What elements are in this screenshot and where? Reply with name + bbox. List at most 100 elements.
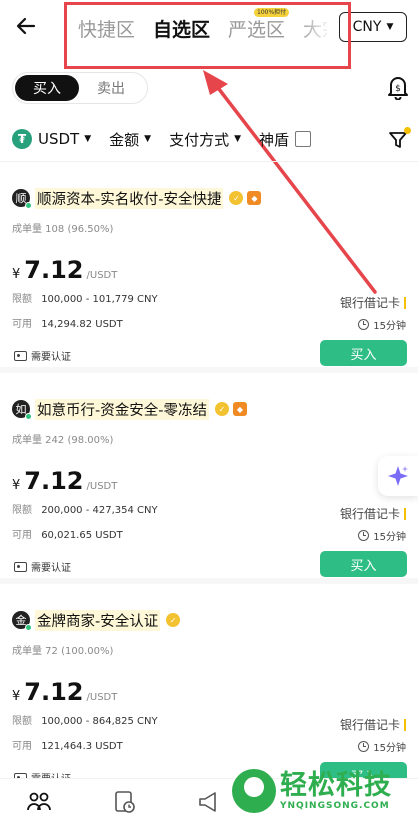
payment-time-label: 15分钟 — [373, 743, 406, 754]
currency-symbol: ¥ — [12, 478, 21, 493]
currency-symbol: ¥ — [12, 689, 21, 704]
payment-color-bar — [404, 507, 406, 520]
id-card-icon — [14, 350, 27, 361]
payment-filter[interactable]: 支付方式 ▼ — [169, 129, 241, 150]
limit-value: 100,000 - 864,825 CNY — [41, 716, 158, 727]
unit-price: 7.12 — [24, 467, 84, 495]
verification-required: 需要认证 — [14, 559, 71, 574]
back-arrow-icon[interactable] — [12, 12, 40, 40]
limit-value: 200,000 - 427,354 CNY — [41, 505, 158, 516]
online-dot — [25, 624, 32, 631]
price-row: ¥ 7.12 /USDT — [12, 467, 117, 495]
shield-badge-icon: ◆ — [232, 402, 247, 416]
merchant-card: 如 如意币行-资金安全-零冻结 ✓ ◆ 成单量 242 (98.00%) ¥ 7… — [0, 373, 418, 584]
watermark-logo — [232, 769, 276, 813]
payment-color-bar — [404, 718, 406, 731]
verified-merchant-icon: ✓ — [166, 613, 181, 627]
amount-label: 金额 — [109, 130, 140, 149]
coin-label: USDT — [38, 130, 80, 148]
merchant-avatar: 如 — [12, 400, 32, 420]
currency-symbol: ¥ — [12, 267, 21, 282]
buy-sell-toggle: 买入 卖出 — [12, 72, 148, 104]
price-row: ¥ 7.12 /USDT — [12, 256, 117, 284]
annotation-highlight-box — [64, 2, 351, 69]
price-unit: /USDT — [86, 270, 118, 281]
payment-method: 银行借记卡 — [340, 505, 406, 522]
verification-label: 需要认证 — [31, 563, 71, 574]
verified-merchant-icon: ✓ — [214, 402, 229, 416]
payment-method-label: 银行借记卡 — [339, 718, 400, 732]
available-row: 可用 121,464.3 USDT — [12, 737, 123, 752]
watermark-en: YNQINGSONG.COM — [280, 801, 390, 811]
payment-time-label: 15分钟 — [373, 321, 406, 332]
available-label: 可用 — [12, 319, 32, 330]
limit-label: 限额 — [12, 505, 32, 516]
orders-icon[interactable] — [112, 789, 138, 815]
limit-row: 限额 100,000 - 101,779 CNY — [12, 290, 158, 305]
unit-price: 7.12 — [24, 678, 84, 706]
clock-icon — [358, 319, 370, 330]
payment-time: 15分钟 — [358, 317, 406, 332]
merchant-card: 顺 顺源资本-实名收付-安全快捷 ✓ ◆ 成单量 108 (96.50%) ¥ … — [0, 162, 418, 373]
merchant-card: 金 金牌商家-安全认证 ✓ 成单量 72 (100.00%) ¥ 7.12 /U… — [0, 584, 418, 789]
available-row: 可用 60,021.65 USDT — [12, 526, 123, 541]
sell-tab[interactable]: 卖出 — [79, 75, 143, 101]
currency-label: CNY — [352, 19, 382, 35]
available-value: 60,021.65 USDT — [41, 530, 123, 541]
watermark-text: 轻松科技 YNQINGSONG.COM — [280, 770, 392, 812]
ads-megaphone-icon[interactable] — [196, 789, 222, 815]
p2p-users-icon[interactable] — [26, 789, 52, 815]
filter-bar: ₮ USDT ▼ 金额 ▼ 支付方式 ▼ 神盾 — [12, 126, 412, 152]
merchant-name: 如意币行-资金安全-零冻结 — [35, 398, 209, 420]
available-value: 14,294.82 USDT — [41, 319, 123, 330]
price-row: ¥ 7.12 /USDT — [12, 678, 117, 706]
payment-method: 银行借记卡 — [340, 716, 406, 733]
id-card-icon — [14, 561, 27, 572]
clock-icon — [358, 530, 370, 541]
ai-assistant-button[interactable] — [378, 456, 418, 496]
caret-down-icon: ▼ — [386, 22, 394, 32]
watermark-cn: 轻松科技 — [280, 770, 392, 801]
limit-value: 100,000 - 101,779 CNY — [41, 294, 158, 305]
svg-text:$: $ — [395, 84, 401, 94]
amount-filter[interactable]: 金额 ▼ — [109, 129, 151, 150]
trade-count: 成单量 72 (100.00%) — [12, 646, 114, 657]
payment-color-bar — [404, 296, 406, 309]
coin-filter[interactable]: ₮ USDT ▼ — [12, 129, 91, 149]
verified-merchant-icon: ✓ — [229, 191, 244, 205]
available-row: 可用 14,294.82 USDT — [12, 315, 123, 330]
merchant-name: 金牌商家-安全认证 — [35, 609, 161, 631]
shield-badge-icon: ◆ — [247, 191, 262, 205]
payment-time: 15分钟 — [358, 739, 406, 754]
limit-row: 限额 100,000 - 864,825 CNY — [12, 712, 158, 727]
limit-row: 限额 200,000 - 427,354 CNY — [12, 501, 158, 516]
notification-bell-icon[interactable]: $ — [386, 74, 410, 100]
payment-time: 15分钟 — [358, 528, 406, 543]
payment-method: 银行借记卡 — [340, 294, 406, 311]
payment-time-label: 15分钟 — [373, 532, 406, 543]
merchant-name: 顺源资本-实名收付-安全快捷 — [35, 187, 224, 209]
merchant-header[interactable]: 金 金牌商家-安全认证 ✓ — [12, 609, 181, 631]
price-unit: /USDT — [86, 481, 118, 492]
sparkle-icon — [388, 466, 408, 486]
buy-tab[interactable]: 买入 — [15, 75, 79, 101]
funnel-filter-icon[interactable] — [388, 127, 411, 150]
shield-checkbox[interactable] — [295, 131, 312, 147]
payment-method-label: 银行借记卡 — [339, 296, 400, 310]
limit-label: 限额 — [12, 294, 32, 305]
merchant-header[interactable]: 顺 顺源资本-实名收付-安全快捷 ✓ ◆ — [12, 187, 262, 209]
site-watermark: 轻松科技 YNQINGSONG.COM — [232, 766, 418, 816]
merchant-header[interactable]: 如 如意币行-资金安全-零冻结 ✓ ◆ — [12, 398, 247, 420]
shield-filter-label: 神盾 — [259, 130, 290, 149]
price-unit: /USDT — [86, 692, 118, 703]
caret-down-icon: ▼ — [234, 134, 242, 144]
verification-label: 需要认证 — [31, 352, 71, 363]
available-label: 可用 — [12, 530, 32, 541]
merchant-avatar: 顺 — [12, 189, 32, 209]
unit-price: 7.12 — [24, 256, 84, 284]
online-dot — [25, 413, 32, 420]
buy-button[interactable]: 买入 — [320, 551, 407, 577]
trade-count: 成单量 108 (96.50%) — [12, 224, 114, 235]
clock-icon — [358, 741, 370, 752]
buy-button[interactable]: 买入 — [320, 340, 407, 366]
